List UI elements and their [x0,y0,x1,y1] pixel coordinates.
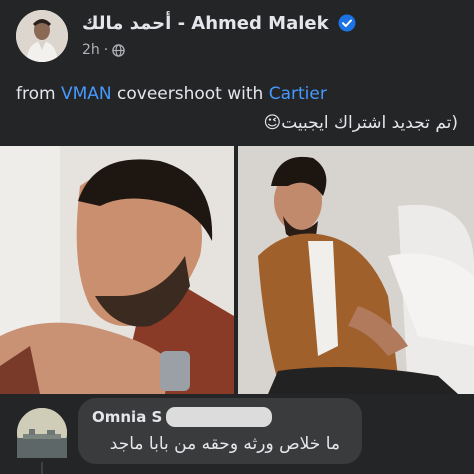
post-header: أحمد مالك - Ahmed Malek 2h · [0,0,474,74]
author-avatar[interactable] [16,10,68,62]
photo-right[interactable] [238,146,474,394]
commenter-name[interactable]: Omnia S [92,408,162,426]
globe-icon [112,43,125,57]
post-text-arabic: (تم تجديد اشتراك ايجبيت [281,113,458,133]
verified-badge-icon [338,14,356,32]
post-text-middle: coveershoot with [111,84,269,104]
photo-right-image [238,146,474,394]
author-avatar-image [16,10,68,62]
post-text-line2: (تم تجديد اشتراك ايجبيت😉 [0,113,459,133]
post-text-line1: from VMAN coveershoot with Cartier [16,84,458,104]
photo-left-image [0,146,234,394]
post-photos [0,146,474,394]
mention-cartier[interactable]: Cartier [269,84,327,104]
dot-separator: · [103,42,109,58]
post-meta: 2h · [82,42,125,58]
comment-section: Omnia S ما خلاص ورثه وحقه من بابا ماجد [0,394,474,474]
photo-left[interactable] [0,146,234,394]
post-text-prefix: from [16,84,61,104]
wink-emoji: 😉 [263,113,282,133]
author-row: أحمد مالك - Ahmed Malek [82,13,356,34]
thread-line [41,462,43,474]
author-name[interactable]: أحمد مالك - Ahmed Malek [82,13,329,34]
commenter-avatar-image [17,408,67,458]
redaction-mark [166,407,272,427]
mention-vman[interactable]: VMAN [61,84,112,104]
comment-text: ما خلاص ورثه وحقه من بابا ماجد [109,434,340,454]
commenter-avatar[interactable] [17,408,67,458]
comment-bubble[interactable]: Omnia S ما خلاص ورثه وحقه من بابا ماجد [78,398,362,464]
post-timestamp[interactable]: 2h [82,42,100,58]
